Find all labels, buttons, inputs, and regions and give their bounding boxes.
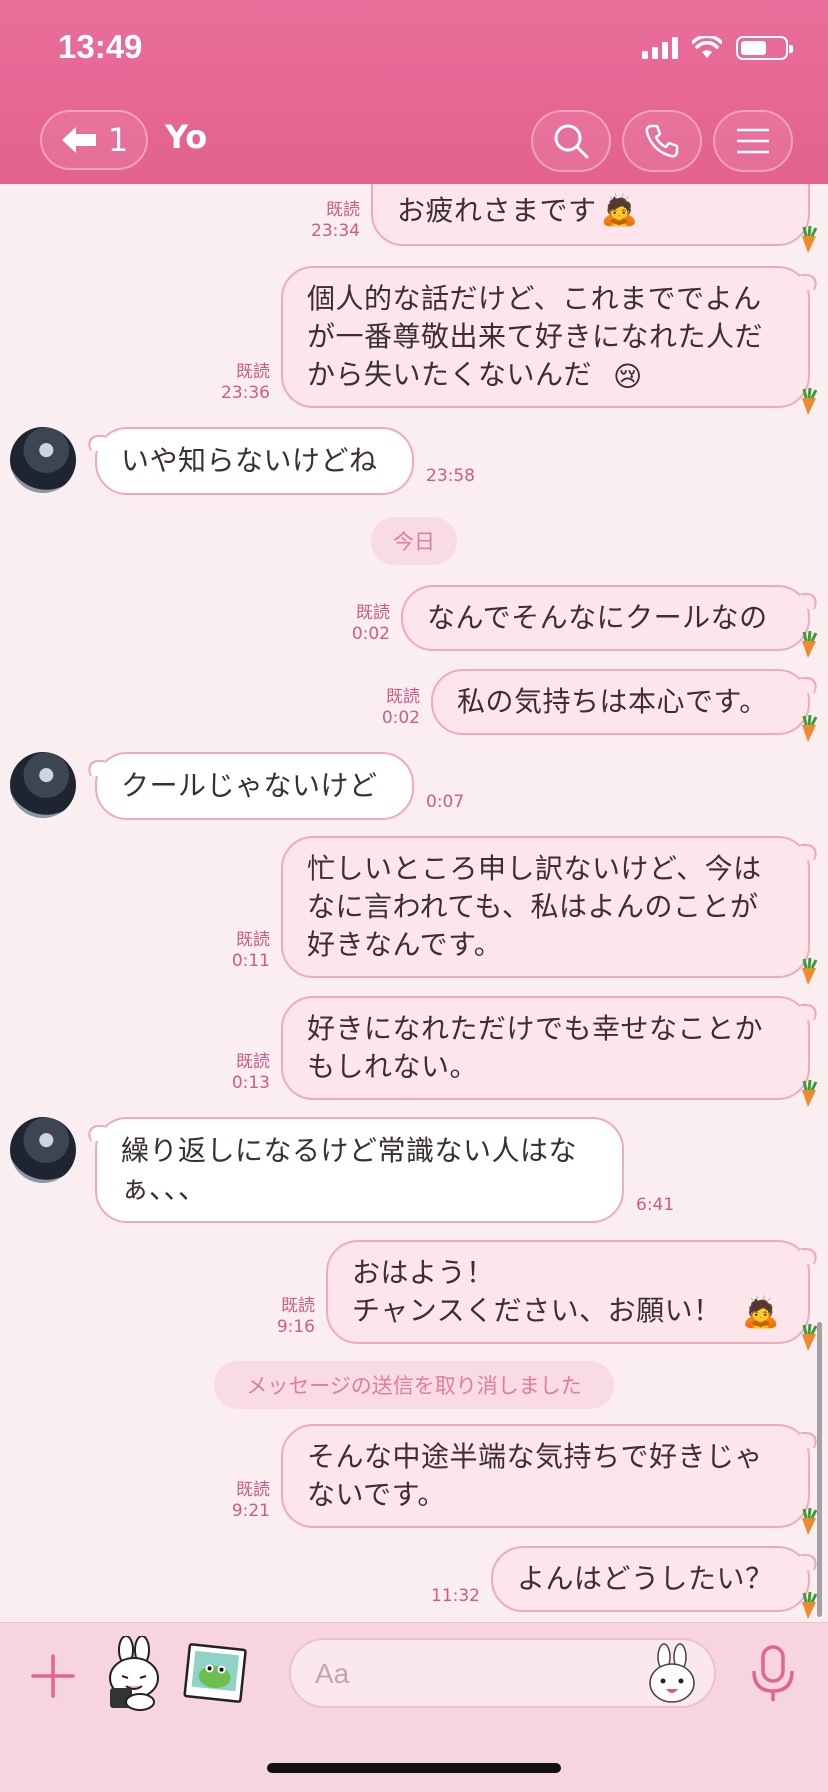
date-divider: 今日 xyxy=(371,517,457,565)
chat-header: 13:49 1 Yo xyxy=(0,0,828,184)
unread-count: 1 xyxy=(107,121,129,159)
message-bubble[interactable]: 好きになれただけでも幸せなことか もしれない。 xyxy=(281,996,818,1107)
message-time: 0:07 xyxy=(426,792,465,812)
message-bubble[interactable]: おはよう！ チャンスください、お願い！ 🙇 xyxy=(326,1240,818,1351)
bow-emoji: 🙇 xyxy=(742,1295,780,1330)
status-time: 13:49 xyxy=(58,28,143,65)
message-text: 繰り返しになるけど常識ない人はな ぁ、、、 xyxy=(121,1134,578,1205)
carrot-icon xyxy=(802,387,818,415)
message-meta: 既読 23:34 xyxy=(295,200,360,242)
search-button[interactable] xyxy=(531,110,611,172)
message-time: 0:02 xyxy=(381,708,420,728)
phone-icon xyxy=(645,124,679,158)
read-receipt: 既読 xyxy=(281,1296,315,1316)
message-meta: 既読 0:11 xyxy=(205,930,270,972)
message-text: 個人的な話だけど、これまででよん が一番尊敬出来て好きになれた人だ から失いたく… xyxy=(307,282,764,391)
message-text: クールじゃないけど xyxy=(121,769,378,802)
message-time: 0:02 xyxy=(351,624,390,644)
home-indicator xyxy=(267,1763,561,1773)
message-bubble[interactable]: 繰り返しになるけど常識ない人はな ぁ、、、 xyxy=(95,1117,624,1223)
message-bubble[interactable]: クールじゃないけど xyxy=(95,752,414,820)
message-meta: 既読 0:02 xyxy=(325,603,390,645)
message-meta: 既読 23:36 xyxy=(205,362,270,404)
message-text: いや知らないけどね xyxy=(121,444,378,477)
message-input-wrapper[interactable] xyxy=(289,1638,716,1708)
battery-icon xyxy=(736,36,793,60)
cellular-signal-icon xyxy=(642,37,678,59)
plus-icon[interactable] xyxy=(29,1652,77,1700)
message-meta: 既読 0:02 xyxy=(355,687,420,729)
bunny-face-icon[interactable] xyxy=(646,1643,698,1705)
carrot-icon xyxy=(802,1079,818,1107)
call-button[interactable] xyxy=(622,110,702,172)
message-time: 9:21 xyxy=(231,1501,270,1521)
message-time: 23:34 xyxy=(311,221,360,241)
message-bubble[interactable]: 私の気持ちは本心です。 xyxy=(431,669,818,742)
search-icon xyxy=(554,124,589,159)
message-text: そんな中途半端な気持ちで好きじゃ ないです。 xyxy=(307,1440,764,1511)
read-receipt: 既読 xyxy=(236,930,270,950)
read-receipt: 既読 xyxy=(356,603,390,623)
bunny-sticker-icon[interactable] xyxy=(100,1636,170,1712)
scrollbar[interactable] xyxy=(817,1322,822,1617)
contact-avatar[interactable] xyxy=(10,752,76,818)
message-text: よんはどうしたい？ xyxy=(517,1562,774,1595)
microphone-icon[interactable] xyxy=(749,1645,797,1703)
message-time: 23:58 xyxy=(426,466,475,486)
message-meta: 既読 0:13 xyxy=(205,1052,270,1094)
bow-emoji: 🙇 xyxy=(600,193,639,228)
read-receipt: 既読 xyxy=(386,687,420,707)
hamburger-icon xyxy=(737,128,769,154)
menu-button[interactable] xyxy=(713,110,793,172)
arrow-left-icon xyxy=(61,127,96,153)
message-time: 6:41 xyxy=(636,1195,675,1215)
message-input[interactable] xyxy=(315,1652,615,1696)
contact-avatar[interactable] xyxy=(10,427,76,493)
carrot-icon xyxy=(802,957,818,985)
status-icons xyxy=(642,36,793,60)
chat-title: Yo xyxy=(165,118,208,156)
carrot-icon xyxy=(802,714,818,742)
message-meta: 既読 9:21 xyxy=(205,1480,270,1522)
message-time: 0:13 xyxy=(231,1073,270,1093)
message-text: 好きになれただけでも幸せなことか もしれない。 xyxy=(307,1012,764,1083)
message-meta: 既読 9:16 xyxy=(250,1296,315,1338)
message-time: 11:32 xyxy=(431,1586,480,1606)
message-bubble[interactable]: そんな中途半端な気持ちで好きじゃ ないです。 xyxy=(281,1424,818,1535)
read-receipt: 既読 xyxy=(326,200,360,220)
message-text: おはよう！ チャンスください、お願い！ xyxy=(352,1256,722,1327)
read-receipt: 既読 xyxy=(236,362,270,382)
crying-emoji: 😢 xyxy=(613,360,643,393)
message-time: 0:11 xyxy=(231,951,270,971)
message-text: お疲れさまです xyxy=(397,194,597,227)
message-text: なんでそんなにクールなの xyxy=(427,601,768,634)
contact-avatar[interactable] xyxy=(10,1117,76,1183)
back-button[interactable]: 1 xyxy=(40,110,148,170)
message-time: 9:16 xyxy=(276,1317,315,1337)
message-bubble[interactable]: 忙しいところ申し訳ないけど、今は なに言われても、私はよんのことが 好きなんです… xyxy=(281,836,818,985)
message-bubble[interactable]: 個人的な話だけど、これまででよん が一番尊敬出来て好きになれた人だ から失いたく… xyxy=(281,266,818,415)
message-bubble[interactable]: よんはどうしたい？ xyxy=(491,1546,818,1619)
unsent-notice: メッセージの送信を取り消しました xyxy=(214,1361,614,1409)
message-text: 忙しいところ申し訳ないけど、今は なに言われても、私はよんのことが 好きなんです… xyxy=(307,852,762,961)
message-time: 23:36 xyxy=(221,383,270,403)
read-receipt: 既読 xyxy=(236,1480,270,1500)
photo-icon[interactable] xyxy=(183,1643,247,1705)
message-text: 私の気持ちは本心です。 xyxy=(457,685,768,718)
carrot-icon xyxy=(802,225,818,253)
message-bubble[interactable]: いや知らないけどね xyxy=(95,427,414,495)
wifi-icon xyxy=(692,36,722,58)
carrot-icon xyxy=(802,630,818,658)
message-bubble[interactable]: なんでそんなにクールなの xyxy=(401,585,818,658)
read-receipt: 既読 xyxy=(236,1052,270,1072)
